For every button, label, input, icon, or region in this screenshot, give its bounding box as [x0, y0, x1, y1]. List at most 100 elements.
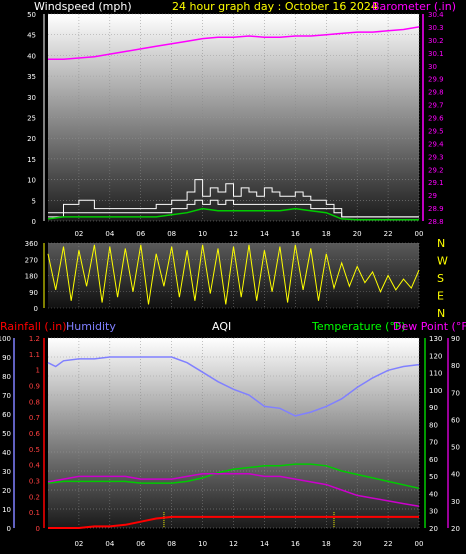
y-tick-rain: 0.7: [29, 414, 40, 422]
y-tick-baro: 30.3: [428, 24, 444, 32]
y-tick-direction: 0: [34, 305, 38, 313]
y-tick-wind: 10: [27, 177, 36, 185]
y-tick-humidity: 40: [2, 449, 11, 457]
x-tick-label-bottom: 20: [353, 540, 362, 548]
windspeed-label: Windspeed (mph): [34, 0, 132, 13]
y-tick-direction: 270: [25, 256, 38, 264]
y-tick-wind: 20: [27, 135, 36, 143]
y-tick-temperature: 50: [429, 473, 438, 481]
y-tick-rain: 0: [36, 525, 40, 533]
y-tick-wind: 15: [27, 156, 36, 164]
x-tick-label-bottom: 22: [384, 540, 393, 548]
x-tick-label-top: 06: [136, 230, 145, 238]
y-tick-temperature: 100: [429, 387, 442, 395]
y-tick-baro: 28.8: [428, 218, 444, 226]
y-tick-temperature: 80: [429, 421, 438, 429]
y-tick-rain: 1: [36, 367, 40, 375]
x-tick-label-top: 20: [353, 230, 362, 238]
y-tick-baro: 29.1: [428, 179, 444, 187]
y-tick-wind: 40: [27, 52, 36, 60]
y-tick-temperature: 30: [429, 508, 438, 516]
compass-label: N: [437, 237, 445, 250]
y-tick-humidity: 80: [2, 373, 11, 381]
y-tick-direction: 360: [25, 240, 38, 248]
y-tick-baro: 30.4: [428, 11, 444, 19]
x-tick-label-bottom: 10: [198, 540, 207, 548]
aqi-label: AQI: [212, 320, 231, 333]
y-tick-wind: 0: [32, 218, 36, 226]
x-tick-label-top: 22: [384, 230, 393, 238]
y-tick-baro: 29.4: [428, 140, 444, 148]
y-tick-rain: 0.5: [29, 446, 40, 454]
y-tick-dewpoint: 50: [451, 444, 460, 452]
y-tick-wind: 25: [27, 115, 36, 123]
humidity-label: Humidity: [66, 320, 116, 333]
y-tick-dewpoint: 80: [451, 362, 460, 370]
dewpoint-label: Dew Point (°F): [393, 320, 466, 333]
x-tick-label-top: 08: [167, 230, 176, 238]
x-tick-label-bottom: 12: [229, 540, 238, 548]
chart-canvas: Windspeed (mph) 24 hour graph day : Octo…: [0, 0, 466, 548]
y-tick-rain: 0.8: [29, 398, 40, 406]
compass-label: W: [437, 254, 448, 267]
y-tick-wind: 35: [27, 73, 36, 81]
y-tick-humidity: 60: [2, 411, 11, 419]
y-tick-temperature: 20: [429, 525, 438, 533]
y-tick-wind: 45: [27, 32, 36, 40]
x-tick-label-bottom: 16: [291, 540, 300, 548]
x-tick-label-top: 02: [74, 230, 83, 238]
y-tick-baro: 29.6: [428, 115, 444, 123]
y-tick-dewpoint: 90: [451, 335, 460, 343]
y-tick-temperature: 70: [429, 439, 438, 447]
x-tick-label-bottom: 00: [415, 540, 424, 548]
x-tick-label-bottom: 14: [260, 540, 269, 548]
y-tick-humidity: 20: [2, 487, 11, 495]
y-tick-dewpoint: 20: [451, 525, 460, 533]
rainfall-label: Rainfall (.in): [0, 320, 67, 333]
y-tick-wind: 30: [27, 94, 36, 102]
y-tick-baro: 30: [428, 63, 437, 71]
y-tick-baro: 29.7: [428, 102, 444, 110]
x-tick-label-top: 12: [229, 230, 238, 238]
y-tick-rain: 0.3: [29, 478, 40, 486]
y-tick-rain: 1.1: [29, 351, 40, 359]
y-tick-humidity: 100: [0, 335, 11, 343]
y-tick-temperature: 60: [429, 456, 438, 464]
x-tick-label-bottom: 02: [74, 540, 83, 548]
x-tick-label-top: 04: [105, 230, 114, 238]
y-tick-rain: 0.2: [29, 493, 40, 501]
compass-label: N: [437, 307, 445, 320]
y-tick-humidity: 0: [7, 525, 11, 533]
y-tick-temperature: 130: [429, 335, 442, 343]
y-tick-wind: 50: [27, 11, 36, 19]
y-tick-dewpoint: 30: [451, 498, 460, 506]
y-tick-baro: 29.2: [428, 166, 444, 174]
weather-graph: Windspeed (mph) 24 hour graph day : Octo…: [0, 0, 466, 554]
y-tick-temperature: 90: [429, 404, 438, 412]
y-tick-humidity: 90: [2, 354, 11, 362]
y-tick-dewpoint: 60: [451, 416, 460, 424]
y-tick-rain: 0.4: [29, 462, 41, 470]
x-tick-label-bottom: 06: [136, 540, 145, 548]
y-tick-temperature: 110: [429, 370, 442, 378]
y-tick-humidity: 10: [2, 506, 11, 514]
y-tick-baro: 30.1: [428, 50, 444, 58]
y-tick-humidity: 70: [2, 392, 11, 400]
x-tick-label-bottom: 08: [167, 540, 176, 548]
y-tick-baro: 29.8: [428, 89, 444, 97]
y-tick-humidity: 50: [2, 430, 11, 438]
y-tick-baro: 29.5: [428, 127, 444, 135]
x-tick-label-top: 16: [291, 230, 300, 238]
compass-label: E: [437, 289, 444, 302]
y-tick-baro: 30.2: [428, 37, 444, 45]
chart-title: 24 hour graph day : October 16 2024: [172, 0, 378, 13]
y-tick-wind: 5: [32, 197, 36, 205]
compass-label: S: [437, 272, 444, 285]
x-tick-label-bottom: 04: [105, 540, 114, 548]
y-tick-direction: 180: [25, 273, 38, 281]
x-tick-label-top: 18: [322, 230, 331, 238]
x-tick-label-top: 00: [415, 230, 424, 238]
x-tick-label-bottom: 18: [322, 540, 331, 548]
temperature-label: Temperature (°F): [311, 320, 406, 333]
y-tick-baro: 29.9: [428, 76, 444, 84]
